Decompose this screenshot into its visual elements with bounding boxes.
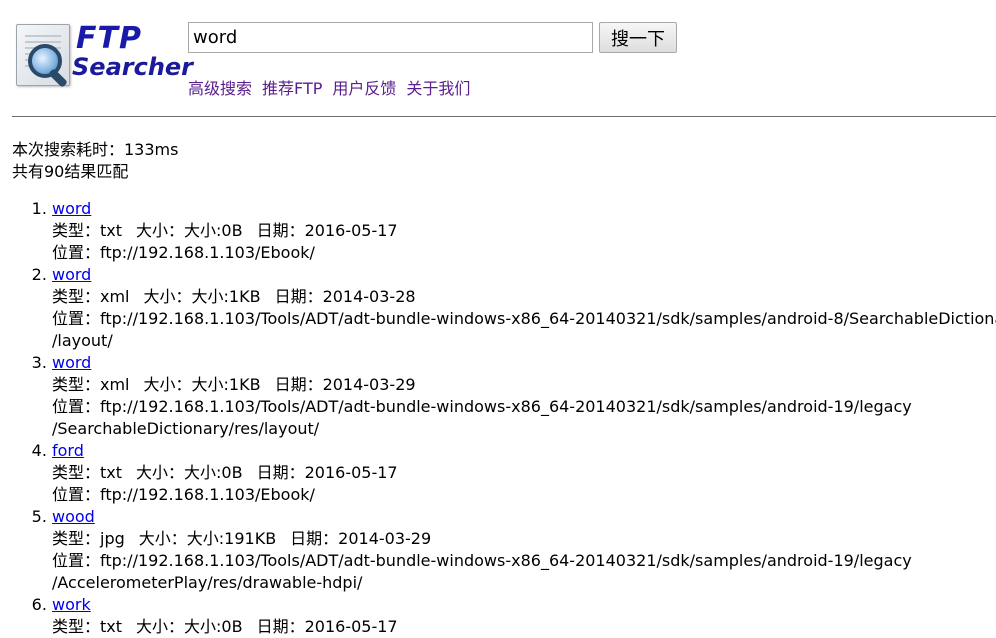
result-link[interactable]: wood bbox=[52, 507, 95, 526]
result-location-cont: /layout/ bbox=[52, 331, 113, 350]
result-location: 位置：ftp://192.168.1.103/Ebook/ bbox=[52, 243, 315, 262]
result-meta: 类型：jpg 大小：大小:191KB 日期：2014-03-29 bbox=[52, 528, 996, 550]
result-size: 大小：大小:1KB bbox=[143, 287, 261, 306]
result-type: 类型：jpg bbox=[52, 529, 125, 548]
result-location: 位置：ftp://192.168.1.103/Ebook/ bbox=[52, 485, 315, 504]
nav-links: 高级搜索 推荐FTP 用户反馈 关于我们 bbox=[188, 75, 480, 99]
nav-advanced-search[interactable]: 高级搜索 bbox=[188, 79, 252, 98]
search-input[interactable] bbox=[188, 22, 593, 53]
result-size: 大小：大小:0B bbox=[136, 463, 243, 482]
search-time: 本次搜索耗时：133ms bbox=[12, 140, 179, 159]
result-location: 位置：ftp://192.168.1.103/Tools/ADT/adt-bun… bbox=[52, 309, 996, 328]
result-date: 日期：2014-03-29 bbox=[274, 375, 416, 394]
logo-text: FTP Searcher bbox=[72, 20, 194, 81]
result-count: 共有90结果匹配 bbox=[12, 162, 129, 181]
nav-recommend-ftp[interactable]: 推荐FTP bbox=[262, 79, 322, 98]
result-item: ford 类型：txt 大小：大小:0B 日期：2016-05-17 位置：ftp:… bbox=[52, 440, 996, 506]
nav-user-feedback[interactable]: 用户反馈 bbox=[332, 79, 396, 98]
result-size: 大小：大小:191KB bbox=[138, 529, 277, 548]
result-meta: 类型：txt 大小：大小:0B 日期：2016-05-17 bbox=[52, 462, 996, 484]
result-size: 大小：大小:0B bbox=[136, 221, 243, 240]
result-location: 位置：ftp://192.168.1.103/Tools/ADT/adt-bun… bbox=[52, 397, 912, 416]
header-divider bbox=[12, 116, 996, 117]
result-date: 日期：2016-05-17 bbox=[256, 463, 398, 482]
result-location-cont: /SearchableDictionary/res/layout/ bbox=[52, 419, 320, 438]
result-link[interactable]: word bbox=[52, 199, 91, 218]
result-type: 类型：txt bbox=[52, 463, 123, 482]
logo-ftp-text: FTP bbox=[76, 21, 142, 56]
result-type: 类型：txt bbox=[52, 617, 123, 636]
result-link[interactable]: word bbox=[52, 265, 91, 284]
results-list: word 类型：txt 大小：大小:0B 日期：2016-05-17 位置：ftp:… bbox=[12, 198, 996, 638]
result-size: 大小：大小:1KB bbox=[143, 375, 261, 394]
result-link[interactable]: word bbox=[52, 353, 91, 372]
result-date: 日期：2014-03-29 bbox=[290, 529, 432, 548]
result-type: 类型：xml bbox=[52, 287, 130, 306]
nav-about-us[interactable]: 关于我们 bbox=[406, 79, 470, 98]
header: FTP Searcher 搜一下 高级搜索推荐FTP 用户反馈关于我们 bbox=[0, 0, 996, 118]
result-type: 类型：xml bbox=[52, 375, 130, 394]
result-link[interactable]: work bbox=[52, 595, 91, 614]
result-location: 位置：ftp://192.168.1.103/Tools/ADT/adt-bun… bbox=[52, 551, 912, 570]
ftp-searcher-logo[interactable]: FTP Searcher bbox=[14, 20, 193, 88]
result-item: work 类型：txt 大小：大小:0B 日期：2016-05-17 bbox=[52, 594, 996, 638]
result-link[interactable]: ford bbox=[52, 441, 84, 460]
result-meta: 类型：txt 大小：大小:0B 日期：2016-05-17 bbox=[52, 616, 996, 638]
result-item: word 类型：xml 大小：大小:1KB 日期：2014-03-29 位置：ftp… bbox=[52, 352, 996, 440]
result-item: word 类型：txt 大小：大小:0B 日期：2016-05-17 位置：ftp:… bbox=[52, 198, 996, 264]
result-date: 日期：2016-05-17 bbox=[256, 221, 398, 240]
result-meta: 类型：xml 大小：大小:1KB 日期：2014-03-28 bbox=[52, 286, 996, 308]
search-button[interactable]: 搜一下 bbox=[599, 22, 677, 53]
result-date: 日期：2016-05-17 bbox=[256, 617, 398, 636]
result-type: 类型：txt bbox=[52, 221, 123, 240]
result-size: 大小：大小:0B bbox=[136, 617, 243, 636]
logo-searcher-text: Searcher bbox=[72, 53, 194, 81]
result-meta: 类型：xml 大小：大小:1KB 日期：2014-03-29 bbox=[52, 374, 996, 396]
result-meta: 类型：txt 大小：大小:0B 日期：2016-05-17 bbox=[52, 220, 996, 242]
search-stats: 本次搜索耗时：133ms 共有90结果匹配 bbox=[12, 139, 178, 183]
result-location-cont: /AccelerometerPlay/res/drawable-hdpi/ bbox=[52, 573, 363, 592]
result-item: word 类型：xml 大小：大小:1KB 日期：2014-03-28 位置：ftp… bbox=[52, 264, 996, 352]
result-date: 日期：2014-03-28 bbox=[274, 287, 416, 306]
result-item: wood 类型：jpg 大小：大小:191KB 日期：2014-03-29 位置：f… bbox=[52, 506, 996, 594]
